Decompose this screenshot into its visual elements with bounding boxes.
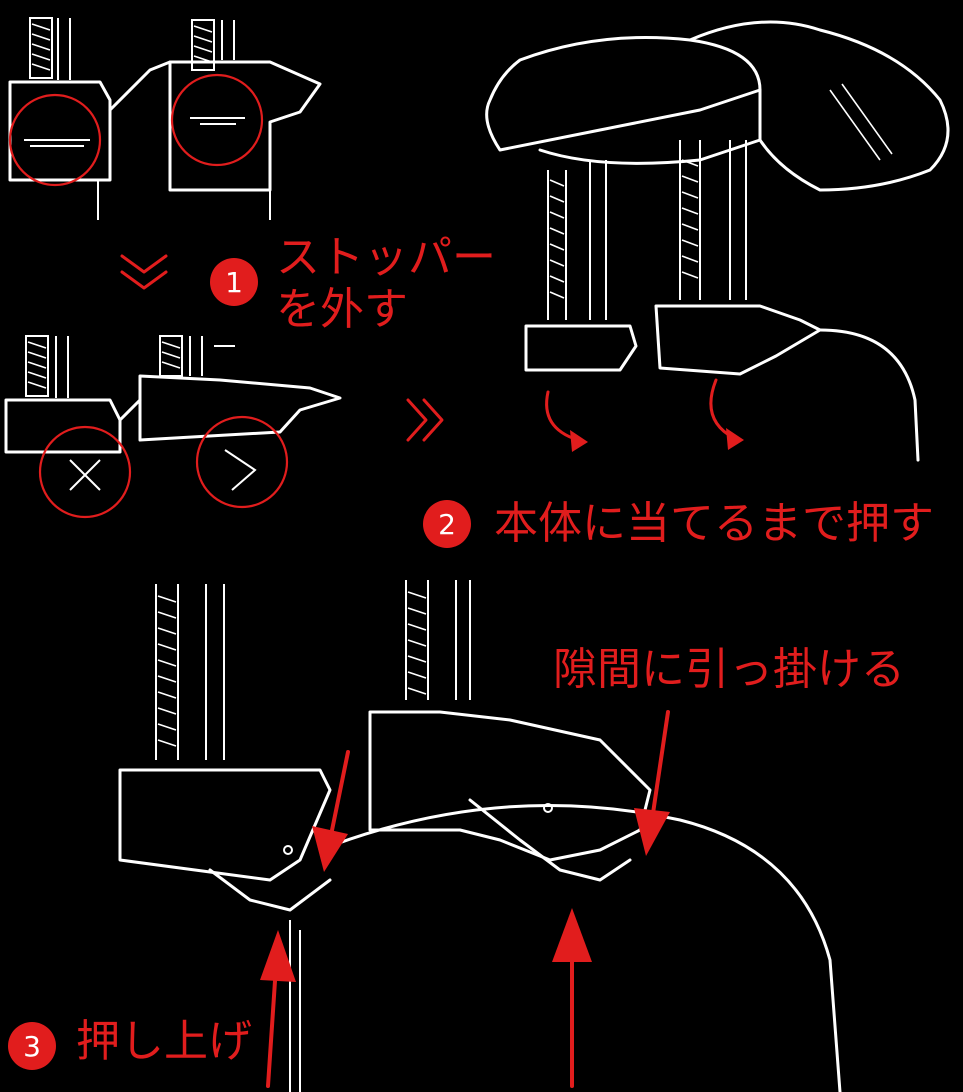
- chevron-double-down-icon: [120, 254, 168, 290]
- step-1-label-line1: ストッパー: [276, 232, 496, 283]
- step-badge: 2: [423, 500, 471, 548]
- chevron-double-right-icon: [406, 398, 444, 442]
- arrow-down-icon: [650, 710, 670, 822]
- highlight-circle: [38, 425, 132, 519]
- step-2-label: 本体に当てるまで押す: [494, 498, 934, 549]
- callout-label: 隙間に引っ掛ける: [553, 644, 905, 695]
- clamp-pair-before: [8, 17, 322, 220]
- step-badge: 1: [210, 258, 258, 306]
- highlight-circle: [170, 73, 264, 167]
- seat-assembly: [485, 20, 950, 462]
- arrow-up-icon: [266, 964, 278, 1088]
- arrow-head: [726, 428, 744, 450]
- clamp-pair-after: [4, 335, 342, 519]
- instruction-diagram: 1 ストッパー を外す 2 本体に当てるまで押す 隙間に引っ掛ける 3 押し上げ: [0, 0, 963, 1092]
- curved-arrow-icon: [709, 378, 736, 440]
- arrow-head: [570, 430, 588, 452]
- step-1-label-line2: を外す: [276, 284, 408, 335]
- step-badge: 3: [8, 1022, 56, 1070]
- step-3-label: 押し上げ: [76, 1016, 252, 1067]
- arrow-down-icon: [328, 750, 350, 842]
